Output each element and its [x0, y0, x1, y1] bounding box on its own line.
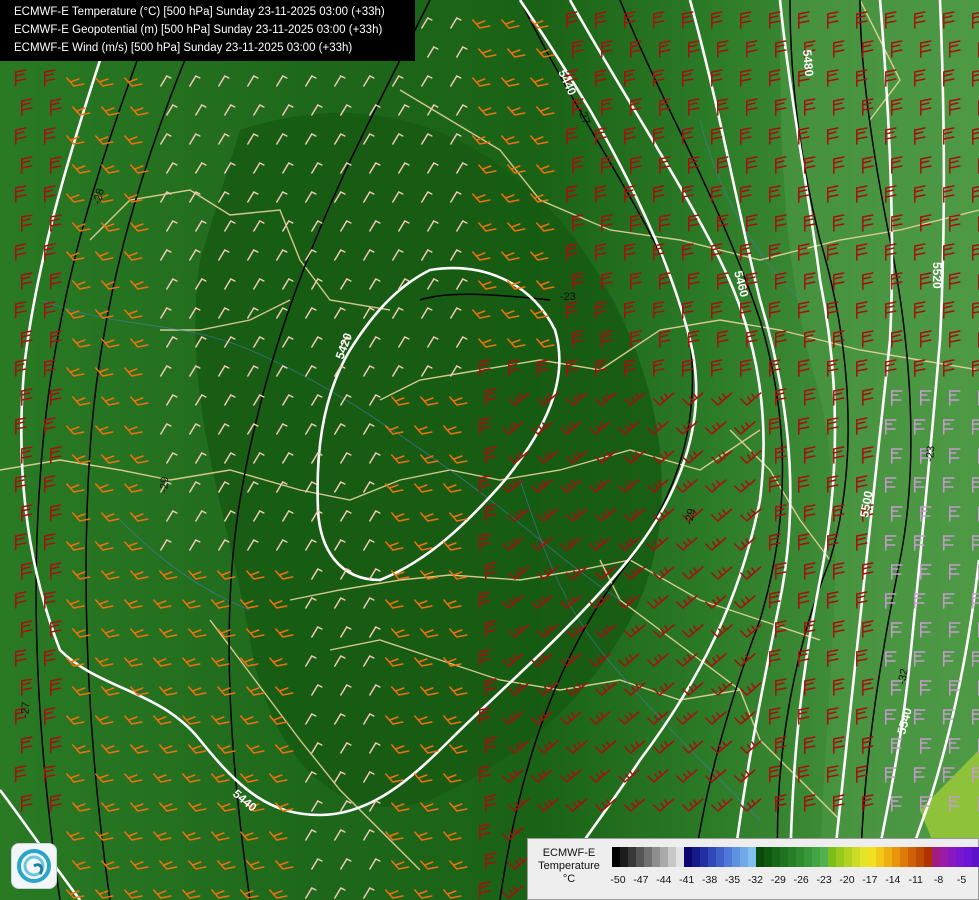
legend-swatch [852, 847, 860, 867]
legend-swatch [652, 847, 660, 867]
legend-swatch [612, 847, 620, 867]
legend-swatch [676, 847, 684, 867]
temperature-legend: ECMWF-E Temperature °C -50 -47 -44 -41 -38 -3… [527, 838, 979, 900]
legend-swatch [788, 847, 796, 867]
legend-tick-label: -38 [702, 874, 718, 886]
legend-tick-label: -8 [933, 874, 944, 886]
legend-swatch [804, 847, 812, 867]
legend-swatch [716, 847, 724, 867]
legend-swatch [668, 847, 676, 867]
legend-swatch [836, 847, 844, 867]
legend-swatch [628, 847, 636, 867]
legend-tick-label: -14 [885, 874, 901, 886]
legend-swatch [940, 847, 948, 867]
legend-tick-label: -23 [816, 874, 832, 886]
map-header: ECMWF-E Temperature (°C) [500 hPa] Sunda… [0, 0, 415, 61]
contour-label-5520: 5520 [930, 262, 944, 289]
temp-label-4: -27 [19, 701, 32, 718]
legend-tick-label: -41 [679, 874, 695, 886]
legend-swatch [820, 847, 828, 867]
legend-swatch [812, 847, 820, 867]
legend-swatch [708, 847, 716, 867]
legend-swatch [796, 847, 804, 867]
legend-tick-label: -44 [656, 874, 672, 886]
temp-label-7: -23 [924, 445, 937, 462]
legend-swatch [684, 847, 692, 867]
legend-swatch [916, 847, 924, 867]
legend-swatch [700, 847, 708, 867]
legend-tick-label: -26 [793, 874, 809, 886]
legend-swatch [692, 847, 700, 867]
contour-label-5480: 5480 [800, 49, 816, 77]
legend-swatch [948, 847, 956, 867]
header-wind: ECMWF-E Wind (m/s) [500 hPa] Sunday 23-1… [14, 42, 353, 54]
header-temperature: ECMWF-E Temperature (°C) [500 hPa] Sunda… [14, 6, 385, 18]
legend-tick-label: -29 [770, 874, 786, 886]
ecmwf-logo-icon[interactable] [11, 843, 57, 889]
legend-swatch [868, 847, 876, 867]
legend-swatch [644, 847, 652, 867]
legend-swatch [660, 847, 668, 867]
weather-map[interactable]: 5420 5440 5440 5460 5480 5500 5520 5540 … [0, 0, 979, 900]
legend-tick-label: -35 [724, 874, 741, 886]
legend-swatch [932, 847, 940, 867]
legend-swatch [724, 847, 732, 867]
legend-swatch [772, 847, 780, 867]
legend-swatch [924, 847, 932, 867]
legend-swatch [828, 847, 836, 867]
legend-swatch [964, 847, 972, 867]
legend-title: ECMWF-E Temperature °C [530, 847, 608, 886]
legend-swatch [764, 847, 772, 867]
header-geopotential: ECMWF-E Geopotential (m) [500 hPa] Sunda… [14, 24, 383, 36]
legend-color-scale [612, 847, 979, 867]
legend-swatch [908, 847, 916, 867]
legend-swatch [972, 847, 979, 867]
legend-title-model: ECMWF-E [542, 847, 596, 859]
legend-tick-label: -11 [908, 874, 923, 886]
legend-swatch [740, 847, 748, 867]
legend-swatch [732, 847, 740, 867]
legend-swatch [780, 847, 788, 867]
temp-label-3: -23 [560, 291, 576, 303]
legend-swatch [956, 847, 964, 867]
legend-swatch [900, 847, 908, 867]
legend-tick-label: -47 [633, 874, 649, 886]
temp-label-2: -29 [158, 476, 171, 493]
legend-tick-label: -5 [956, 874, 967, 886]
legend-tick-label: -17 [862, 874, 878, 886]
legend-swatch [756, 847, 764, 867]
legend-swatch [620, 847, 628, 867]
legend-title-variable: Temperature [538, 860, 600, 872]
legend-swatch [884, 847, 892, 867]
legend-swatch [860, 847, 868, 867]
legend-tick-label: -50 [610, 874, 626, 886]
legend-tick-label: -32 [747, 874, 763, 886]
legend-swatch [636, 847, 644, 867]
legend-tick-label: -20 [839, 874, 855, 886]
legend-swatch [892, 847, 900, 867]
legend-swatch [844, 847, 852, 867]
legend-swatch [748, 847, 756, 867]
legend-swatch [876, 847, 884, 867]
legend-unit: °C [562, 873, 576, 885]
